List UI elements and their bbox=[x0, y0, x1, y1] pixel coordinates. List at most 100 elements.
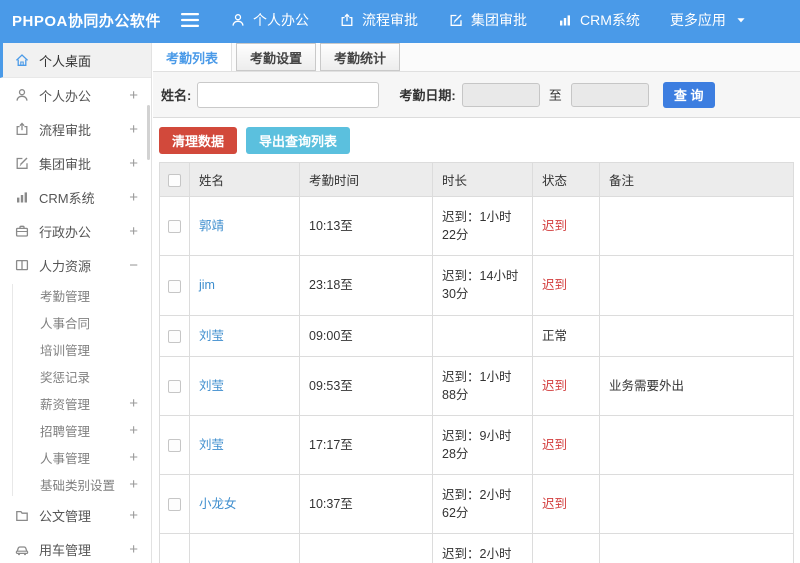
clear-data-button[interactable]: 清理数据 bbox=[159, 127, 238, 154]
sidebar-item-personal-office[interactable]: 个人办公 + bbox=[0, 78, 151, 112]
expand-toggle-icon[interactable]: + bbox=[129, 121, 138, 138]
expand-toggle-icon[interactable]: + bbox=[129, 189, 138, 206]
menu-toggle-icon[interactable] bbox=[180, 13, 200, 27]
note bbox=[599, 414, 794, 476]
attendance-time: 10:37至 bbox=[299, 474, 433, 535]
expand-toggle-icon[interactable]: + bbox=[129, 422, 138, 439]
search-button[interactable]: 查 询 bbox=[662, 81, 715, 108]
sidebar-item-label: 个人办公 bbox=[39, 88, 92, 104]
duration bbox=[432, 314, 533, 357]
attendance-time: 17:17至 bbox=[299, 414, 433, 476]
export-list-button[interactable]: 导出查询列表 bbox=[246, 127, 351, 154]
row-checkbox[interactable] bbox=[168, 498, 181, 512]
row-checkbox[interactable] bbox=[168, 379, 181, 393]
sidebar-item-admin-office[interactable]: 行政办公 + bbox=[0, 214, 151, 248]
sidebar-scrollbar[interactable] bbox=[147, 105, 150, 160]
name-input[interactable] bbox=[197, 81, 380, 108]
employee-name-link[interactable]: 小龙女 bbox=[199, 497, 237, 511]
date-to-separator: 至 bbox=[548, 88, 562, 103]
duration: 迟到：1小时88分 bbox=[432, 355, 533, 416]
sidebar-item-crm-system[interactable]: CRM系统 + bbox=[0, 180, 151, 214]
expand-toggle-icon[interactable]: + bbox=[129, 155, 138, 172]
column-header: 时长 bbox=[432, 162, 533, 197]
sidebar-item-personal-desktop[interactable]: 个人桌面 bbox=[0, 43, 151, 78]
employee-name-link[interactable]: 刘莹 bbox=[199, 329, 224, 343]
note bbox=[599, 314, 794, 357]
expand-toggle-icon[interactable]: + bbox=[129, 476, 138, 493]
employee-name-link[interactable]: 刘莹 bbox=[199, 379, 224, 393]
sidebar-item-human-resources[interactable]: 人力资源 − bbox=[0, 248, 151, 282]
tab-attendance-settings[interactable]: 考勤设置 bbox=[236, 43, 317, 71]
name-label: 姓名: bbox=[161, 88, 192, 103]
sidebar-subitem-attendance-mgmt[interactable]: 考勤管理 bbox=[0, 282, 151, 309]
nav-group-approval[interactable]: 集团审批 bbox=[448, 10, 527, 30]
select-all-checkbox[interactable] bbox=[168, 173, 181, 187]
column-header: 状态 bbox=[532, 162, 600, 197]
sidebar-subitem-reward-punishment[interactable]: 奖惩记录 bbox=[0, 363, 151, 390]
header-accent-strip bbox=[0, 40, 800, 43]
sidebar-subitem-training-mgmt[interactable]: 培训管理 bbox=[0, 336, 151, 363]
row-checkbox[interactable] bbox=[168, 439, 181, 453]
sidebar-item-group-approval[interactable]: 集团审批 + bbox=[0, 146, 151, 180]
expand-toggle-icon[interactable]: + bbox=[129, 507, 138, 524]
table-row: 郭靖 10:13至 迟到：1小时22分 迟到 bbox=[159, 195, 794, 257]
attendance-table-wrap: 姓名 考勤时间 时长 状态 备注 郭靖 10:13至 迟到：1小时22分 迟到 jim 23:18… bbox=[153, 162, 800, 563]
nav-crm-system[interactable]: CRM系统 bbox=[557, 10, 640, 30]
app-logo: PHPOA协同办公软件 bbox=[12, 12, 161, 30]
note bbox=[599, 474, 794, 535]
sidebar-item-document-mgmt[interactable]: 公文管理 + bbox=[0, 498, 151, 532]
tab-attendance-stats[interactable]: 考勤统计 bbox=[320, 43, 401, 71]
sidebar-subitem-hr-contract[interactable]: 人事合同 bbox=[0, 309, 151, 336]
tab-attendance-list[interactable]: 考勤列表 bbox=[153, 43, 233, 71]
sidebar-subitem-label: 基础类别设置 bbox=[40, 479, 116, 493]
duration: 迟到：9小时28分 bbox=[432, 414, 533, 476]
duration: 迟到：1小时22分 bbox=[432, 195, 533, 257]
nav-personal-office[interactable]: 个人办公 bbox=[230, 10, 309, 30]
sidebar-item-label: 行政办公 bbox=[39, 224, 92, 240]
table-row: 刘莹 09:00至 正常 bbox=[159, 314, 794, 357]
sidebar-item-label: 个人桌面 bbox=[39, 53, 92, 69]
table-row: 管理员10:54至10:54迟到：2小时90分 早退：7小时10分迟到/早退11… bbox=[159, 533, 794, 563]
nav-workflow-approval[interactable]: 流程审批 bbox=[339, 10, 418, 30]
sidebar-item-workflow-approval[interactable]: 流程审批 + bbox=[0, 112, 151, 146]
top-header: PHPOA协同办公软件 个人办公 流程审批 集团审批 CRM系统 更多应用 bbox=[0, 0, 800, 40]
briefcase-icon bbox=[14, 223, 39, 239]
sidebar-item-label: 流程审批 bbox=[39, 122, 92, 138]
workflow-icon bbox=[14, 121, 39, 137]
nav-more-apps[interactable]: 更多应用 bbox=[670, 10, 749, 30]
note: 1111 bbox=[599, 533, 794, 563]
sidebar-subitem-salary-mgmt[interactable]: 薪资管理 + bbox=[0, 390, 151, 417]
date-to-input[interactable] bbox=[570, 82, 649, 107]
table-row: 小龙女 10:37至 迟到：2小时62分 迟到 bbox=[159, 474, 794, 535]
expand-toggle-icon[interactable]: + bbox=[129, 541, 138, 558]
expand-toggle-icon[interactable]: − bbox=[129, 257, 138, 274]
expand-toggle-icon[interactable]: + bbox=[129, 87, 138, 104]
date-from-input[interactable] bbox=[461, 82, 540, 107]
employee-name-link[interactable]: 郭靖 bbox=[199, 219, 224, 233]
sidebar-item-vehicle-mgmt[interactable]: 用车管理 + bbox=[0, 532, 151, 563]
caret-down-icon bbox=[733, 12, 749, 28]
attendance-time: 10:54至10:54 bbox=[299, 533, 433, 563]
sidebar-subitem-recruitment-mgmt[interactable]: 招聘管理 + bbox=[0, 417, 151, 444]
sidebar-subitem-label: 招聘管理 bbox=[40, 425, 91, 439]
status-badge: 迟到 bbox=[542, 497, 568, 512]
expand-toggle-icon[interactable]: + bbox=[129, 395, 138, 412]
table-row: jim 23:18至 迟到：14小时30分 迟到 bbox=[159, 255, 794, 316]
main-content: 考勤列表 考勤设置 考勤统计 姓名: 考勤日期: 至 查 询 清理数据 导出查询列表… bbox=[153, 43, 800, 563]
row-checkbox[interactable] bbox=[168, 279, 181, 293]
employee-name-link[interactable]: 刘莹 bbox=[199, 438, 224, 452]
sidebar-subitem-personnel-mgmt[interactable]: 人事管理 + bbox=[0, 444, 151, 471]
sidebar-subitem-label: 奖惩记录 bbox=[40, 371, 91, 385]
row-checkbox[interactable] bbox=[168, 329, 181, 343]
chart-icon bbox=[14, 189, 39, 205]
sidebar-subitem-base-category-settings[interactable]: 基础类别设置 + bbox=[0, 471, 151, 498]
car-icon bbox=[14, 541, 39, 557]
expand-toggle-icon[interactable]: + bbox=[129, 223, 138, 240]
attendance-time: 23:18至 bbox=[299, 255, 433, 316]
row-checkbox[interactable] bbox=[168, 220, 181, 234]
sidebar-subitem-label: 人事合同 bbox=[40, 317, 91, 331]
employee-name-link[interactable]: jim bbox=[199, 278, 215, 292]
expand-toggle-icon[interactable]: + bbox=[129, 449, 138, 466]
note bbox=[599, 255, 794, 316]
sidebar-subitem-label: 考勤管理 bbox=[40, 290, 91, 304]
